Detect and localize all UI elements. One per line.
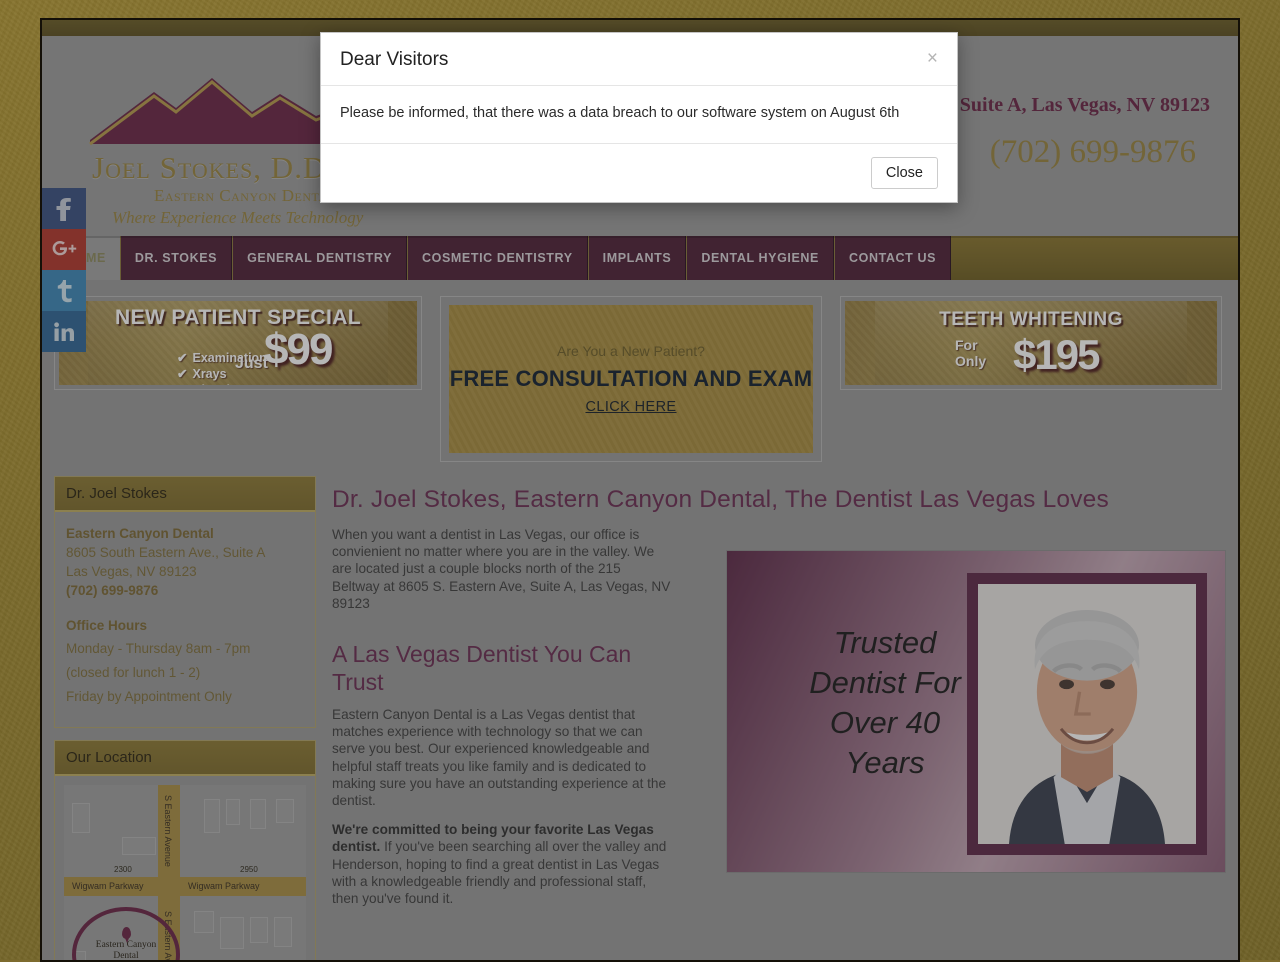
- about-paragraph: Eastern Canyon Dental is a Las Vegas den…: [332, 707, 667, 809]
- whitening-only-label: Only: [955, 353, 987, 369]
- close-icon[interactable]: ×: [927, 49, 938, 68]
- office-hours-line: Monday - Thursday 8am - 7pm: [66, 641, 251, 656]
- map-block-number-left: 2300: [114, 865, 132, 874]
- practice-phone[interactable]: (702) 699-9876: [66, 581, 304, 600]
- hero-line4: Years: [845, 745, 925, 780]
- map-building: [122, 837, 156, 855]
- map-building: [250, 917, 268, 943]
- commitment-rest: If you've been searching all over the va…: [332, 839, 667, 907]
- social-media-rail: [42, 188, 86, 352]
- hero-line3: Over 40: [829, 705, 941, 740]
- practice-address-line2: Las Vegas, NV 89123: [66, 564, 197, 579]
- promotions-row: NEW PATIENT SPECIAL ✔ Examination ✔ Xrays …: [42, 280, 1238, 470]
- location-panel-title: Our Location: [55, 741, 315, 776]
- map-building: [204, 799, 220, 833]
- modal-header: Dear Visitors ×: [321, 33, 957, 86]
- teeth-whitening-banner: TEETH WHITENING For Only $195: [845, 301, 1217, 385]
- main-navigation: HOME DR. STOKES GENERAL DENTISTRY COSMET…: [42, 236, 1238, 280]
- free-consultation-card[interactable]: Are You a New Patient? FREE CONSULTATION…: [440, 296, 822, 462]
- new-patient-item-label: Cleaning: [192, 383, 245, 386]
- consultation-eyebrow: Are You a New Patient?: [557, 343, 705, 359]
- map-building: [194, 911, 214, 933]
- consultation-headline: FREE CONSULTATION AND EXAM: [449, 366, 813, 391]
- nav-item-general-dentistry[interactable]: GENERAL DENTISTRY: [232, 236, 408, 280]
- facebook-icon[interactable]: [42, 188, 86, 229]
- portrait-illustration: [978, 584, 1196, 844]
- new-patient-special-card[interactable]: NEW PATIENT SPECIAL ✔ Examination ✔ Xrays …: [54, 296, 422, 390]
- twitter-glyph: [57, 279, 72, 302]
- twitter-icon[interactable]: [42, 270, 86, 311]
- location-map[interactable]: S Eastern Avenue S Eastern Avenue Wigwam…: [63, 784, 307, 961]
- map-building: [250, 799, 266, 829]
- whitening-price: $195: [1013, 331, 1100, 378]
- modal-title: Dear Visitors: [340, 49, 449, 70]
- nav-item-cosmetic-dentistry[interactable]: COSMETIC DENTISTRY: [407, 236, 588, 280]
- linkedin-icon[interactable]: [42, 311, 86, 352]
- whitening-title: TEETH WHITENING: [939, 309, 1123, 330]
- map-marker-label: Eastern Canyon Dental: [96, 940, 156, 961]
- map-building: [72, 803, 90, 833]
- google-plus-icon[interactable]: [42, 229, 86, 270]
- whitening-for-label: For: [955, 337, 978, 353]
- map-block-number-right: 2950: [240, 865, 258, 874]
- logo-practice-name: Eastern Canyon Dental: [154, 186, 336, 205]
- practice-address-line1: 8605 South Eastern Ave., Suite A: [66, 545, 266, 560]
- map-pin-icon: [121, 926, 131, 943]
- new-patient-banner: NEW PATIENT SPECIAL ✔ Examination ✔ Xrays …: [59, 301, 417, 385]
- hero-tagline: Trusted Dentist For Over 40 Years: [785, 623, 985, 783]
- new-patient-just-label: Just: [235, 355, 268, 372]
- nav-item-dental-hygiene[interactable]: DENTAL HYGIENE: [686, 236, 834, 280]
- location-panel: Our Location S Eastern Avenue S Eastern …: [54, 740, 316, 961]
- modal-body-text: Please be informed, that there was a dat…: [321, 86, 957, 144]
- google-plus-glyph: [52, 240, 77, 255]
- map-street-label-horizontal-west: Wigwam Parkway: [72, 881, 144, 891]
- nav-item-contact-us[interactable]: CONTACT US: [834, 236, 952, 280]
- doctor-info-panel: Dr. Joel Stokes Eastern Canyon Dental 86…: [54, 476, 316, 728]
- linkedin-glyph: [54, 321, 74, 341]
- doctor-portrait-photo: [967, 573, 1207, 855]
- check-icon: ✔: [177, 366, 188, 381]
- hero-line2: Dentist For: [809, 665, 961, 700]
- header-phone[interactable]: (702) 699-9876: [990, 134, 1196, 171]
- map-building: [220, 917, 244, 949]
- close-button[interactable]: Close: [870, 157, 938, 189]
- list-item: ✔ Cleaning: [177, 382, 267, 386]
- trusted-dentist-hero: Trusted Dentist For Over 40 Years: [726, 550, 1226, 873]
- doctor-info-panel-title: Dr. Joel Stokes: [55, 477, 315, 512]
- nav-item-dr-stokes[interactable]: DR. STOKES: [119, 236, 233, 280]
- map-building: [274, 917, 292, 947]
- new-patient-item-label: Xrays: [192, 366, 227, 381]
- logo-tagline: Where Experience Meets Technology: [112, 208, 364, 227]
- announcement-modal: Dear Visitors × Please be informed, that…: [320, 32, 958, 203]
- map-building: [226, 799, 240, 825]
- teeth-whitening-card[interactable]: TEETH WHITENING For Only $195: [840, 296, 1222, 390]
- hero-line1: Trusted: [833, 625, 937, 660]
- whitening-for-only: For Only: [955, 337, 986, 369]
- section-subheading: A Las Vegas Dentist You Can Trust: [332, 641, 632, 696]
- office-hours-title: Office Hours: [66, 618, 148, 633]
- check-icon: ✔: [177, 383, 187, 386]
- page-title: Dr. Joel Stokes, Eastern Canyon Dental, …: [332, 486, 1109, 513]
- map-street-label-horizontal-east: Wigwam Parkway: [188, 881, 260, 891]
- consultation-click-here-link[interactable]: CLICK HERE: [585, 399, 676, 415]
- nav-item-implants[interactable]: IMPLANTS: [587, 236, 687, 280]
- free-consultation-box: Are You a New Patient? FREE CONSULTATION…: [449, 305, 813, 453]
- practice-name: Eastern Canyon Dental: [66, 526, 214, 541]
- office-hours-line: (closed for lunch 1 - 2): [66, 665, 201, 680]
- map-marker-line2: Dental: [113, 950, 139, 961]
- new-patient-price: $99: [264, 325, 333, 374]
- map-street-label-vertical-north: S Eastern Avenue: [163, 795, 173, 867]
- map-building: [276, 799, 294, 823]
- commitment-paragraph: We're committed to being your favorite L…: [332, 821, 672, 907]
- intro-paragraph: When you want a dentist in Las Vegas, ou…: [332, 527, 671, 611]
- facebook-glyph: [56, 197, 71, 221]
- doctor-info-panel-body: Eastern Canyon Dental 8605 South Eastern…: [55, 512, 315, 727]
- modal-footer: Close: [321, 144, 957, 202]
- sidebar: Dr. Joel Stokes Eastern Canyon Dental 86…: [54, 476, 316, 961]
- check-icon: ✔: [177, 350, 188, 365]
- office-hours-line: Friday by Appointment Only: [66, 689, 232, 704]
